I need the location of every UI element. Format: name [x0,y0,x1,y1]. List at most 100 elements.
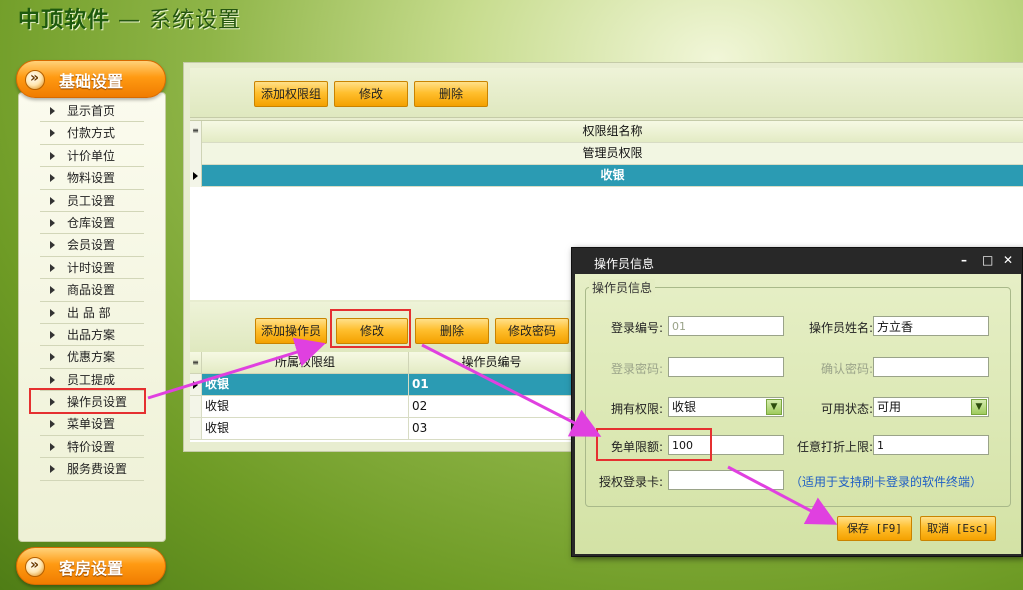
sidebar-item-label: 商品设置 [67,283,116,298]
login-password-label: 登录密码: [610,362,663,376]
sidebar-item-label: 员工提成 [67,372,116,387]
sidebar-header-room[interactable]: 客房设置 [16,547,166,585]
grid-header-group[interactable]: 所属权限组 [202,352,409,374]
sidebar-item-label: 出 品 部 [67,305,111,320]
change-password-button[interactable]: 修改密码 [495,318,569,344]
sidebar-item-dept[interactable]: 出 品 部 [40,302,144,324]
triangle-right-icon [50,375,55,384]
grid-header-operator-id[interactable]: 操作员编号 [409,352,575,374]
delete-operator-button[interactable]: 删除 [415,318,489,344]
table-cell-id[interactable]: 02 [409,396,575,418]
sidebar-item-label: 计时设置 [67,260,116,275]
table-cell-id[interactable]: 03 [409,418,575,440]
sidebar-item-label: 出品方案 [67,327,116,342]
discount-limit-field[interactable] [873,435,989,455]
triangle-right-icon [50,420,55,429]
triangle-right-icon [50,218,55,227]
sidebar-item-label: 员工设置 [67,193,116,208]
sidebar-item-label: 优惠方案 [67,350,116,365]
sidebar-item-home[interactable]: 显示首页 [40,100,144,123]
triangle-right-icon [50,286,55,295]
table-row-selected[interactable]: 收银 [202,165,1023,187]
operator-info-dialog: 操作员信息 – □ ✕ 操作员信息 登录编号: 操作员姓名: 登录密码: 确认密… [571,247,1023,557]
cancel-button[interactable]: 取消 [Esc] [920,516,996,541]
grid-menu-icon[interactable]: ≡ [190,352,202,374]
sidebar-header-basic[interactable]: 基础设置 [16,60,166,98]
sidebar-item-service-fee[interactable]: 服务费设置 [40,458,144,481]
operator-name-field[interactable] [873,316,989,336]
row-indicator [190,143,202,165]
save-button[interactable]: 保存 [F9] [837,516,912,541]
dialog-body: 操作员信息 登录编号: 操作员姓名: 登录密码: 确认密码: 拥有权限: 收银 … [575,274,1021,554]
sidebar-item-timing[interactable]: 计时设置 [40,257,144,280]
highlight-box-edit [330,309,411,348]
grid-header-group-name[interactable]: 权限组名称 [202,121,1023,143]
login-password-field[interactable] [668,357,784,377]
triangle-right-icon [50,174,55,183]
expand-circle-icon [25,70,45,90]
confirm-password-label: 确认密码: [820,362,873,376]
discount-limit-label: 任意打折上限: [796,440,873,454]
triangle-right-icon [50,241,55,250]
operator-grid: ≡ 所属权限组 操作员编号 收银 01 收银 02 收银 03 [190,352,575,442]
sidebar-item-material[interactable]: 物料设置 [40,167,144,190]
close-icon[interactable]: ✕ [1003,253,1013,267]
triangle-right-icon [50,465,55,474]
triangle-right-icon [50,442,55,451]
sidebar-item-staff[interactable]: 员工设置 [40,190,144,212]
table-cell-id[interactable]: 01 [409,374,575,396]
triangle-right-icon [50,263,55,272]
sidebar-item-label: 服务费设置 [67,462,128,477]
auth-card-label: 授权登录卡: [598,475,663,489]
sidebar-item-label: 付款方式 [67,126,116,141]
current-row-icon [193,381,198,389]
sidebar-item-label: 特价设置 [67,439,116,454]
edit-permission-group-button[interactable]: 修改 [334,81,408,107]
sidebar-item-label: 显示首页 [67,104,116,118]
triangle-right-icon [50,308,55,317]
sidebar-item-goods[interactable]: 商品设置 [40,279,144,302]
highlight-box-free-limit [596,428,712,461]
sidebar-item-member[interactable]: 会员设置 [40,234,144,257]
sidebar-item-discount[interactable]: 优惠方案 [40,346,144,369]
current-row-icon [193,172,198,180]
dialog-title: 操作员信息 [594,257,655,271]
row-indicator [190,396,202,418]
add-permission-group-button[interactable]: 添加权限组 [254,81,328,107]
auth-card-field[interactable] [668,470,784,490]
row-indicator [190,374,202,396]
sidebar-item-menu[interactable]: 菜单设置 [40,413,144,436]
table-cell-group[interactable]: 收银 [202,374,409,396]
table-cell-group[interactable]: 收银 [202,418,409,440]
sidebar-item-label: 物料设置 [67,171,116,186]
operator-name-label: 操作员姓名: [808,321,873,335]
confirm-password-field[interactable] [873,357,989,377]
table-row[interactable]: 管理员权限 [202,143,1023,165]
sidebar-item-label: 会员设置 [67,238,116,253]
maximize-icon[interactable]: □ [982,253,993,267]
grid-menu-icon[interactable]: ≡ [190,121,202,143]
table-cell-group[interactable]: 收银 [202,396,409,418]
sidebar-item-unit[interactable]: 计价单位 [40,145,144,168]
highlight-box-operator [29,388,146,414]
status-select[interactable]: 可用 ▼ [873,397,989,417]
group-legend: 操作员信息 [589,279,656,296]
sidebar-item-special[interactable]: 特价设置 [40,436,144,459]
permission-select[interactable]: 收银 ▼ [668,397,784,417]
sidebar-item-label: 仓库设置 [67,215,116,230]
title-separator: — [110,8,150,33]
minimize-icon[interactable]: – [961,253,967,267]
login-id-field[interactable] [668,316,784,336]
add-operator-button[interactable]: 添加操作员 [255,318,327,344]
sidebar-item-warehouse[interactable]: 仓库设置 [40,212,144,235]
sidebar-item-plan[interactable]: 出品方案 [40,324,144,347]
brand-name: 中顶软件 [18,8,111,33]
expand-circle-icon [25,557,45,577]
permission-select-value: 收银 [672,400,697,414]
sidebar-item-label: 菜单设置 [67,417,116,432]
status-label: 可用状态: [820,402,873,416]
sidebar-item-payment[interactable]: 付款方式 [40,122,144,145]
chevron-down-icon[interactable]: ▼ [766,399,782,415]
delete-permission-group-button[interactable]: 删除 [414,81,488,107]
chevron-down-icon[interactable]: ▼ [971,399,987,415]
